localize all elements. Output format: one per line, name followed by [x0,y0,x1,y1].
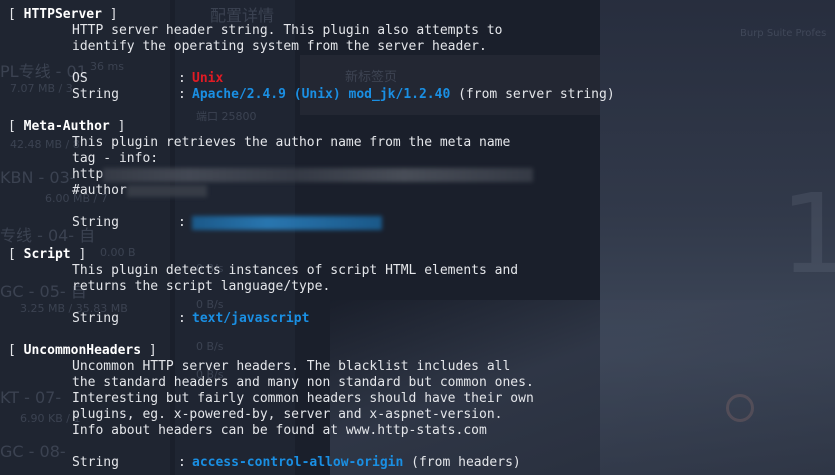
result-string: String: access-control-allow-origin (from… [72,455,521,470]
result-os: OS: Unix [72,71,224,86]
meta-author-tag: #author [8,183,207,199]
plugin-name: Script [23,247,71,262]
plugin-header-httpserver: [ HTTPServer ] [8,7,118,22]
terminal-output: [ HTTPServer ] HTTP server header string… [0,0,835,475]
plugin-header-script: [ Script ] [8,247,87,262]
meta-url-line: http [8,167,534,183]
plugin-description: the standard headers and many non standa… [72,375,534,390]
redacted-author-value [192,215,382,230]
plugin-name: Meta-Author [23,119,110,134]
redacted-text [126,184,207,197]
script-type-value: text/javascript [192,311,310,326]
plugin-description: returns the script language/type. [72,279,331,294]
result-string: String: Apache/2.4.9 (Unix) mod_jk/1.2.40… [72,87,615,102]
plugin-description: Interesting but fairly common headers sh… [72,391,534,406]
plugin-description: Uncommon HTTP server headers. The blackl… [72,359,511,374]
result-string: String: text/javascript [72,311,310,326]
os-value: Unix [192,71,224,86]
plugin-description: Info about headers can be found at www.h… [72,423,487,438]
plugin-description: tag - info: [72,151,159,166]
plugin-header-meta-author: [ Meta-Author ] [8,119,126,134]
plugin-description: This plugin detects instances of script … [72,263,519,278]
plugin-description: identify the operating system from the s… [72,39,487,54]
plugin-name: UncommonHeaders [23,343,142,358]
plugin-description: HTTP server header string. This plugin a… [72,23,503,38]
redacted-url [103,167,534,182]
result-string: String: [8,215,382,231]
plugin-description: plugins, eg. x-powered-by, server and x-… [72,407,503,422]
server-string-value: Apache/2.4.9 (Unix) mod_jk/1.2.40 [192,87,451,102]
header-value: access-control-allow-origin [192,455,404,470]
plugin-name: HTTPServer [23,7,102,22]
plugin-header-uncommonheaders: [ UncommonHeaders ] [8,343,157,358]
plugin-description: This plugin retrieves the author name fr… [72,135,511,150]
